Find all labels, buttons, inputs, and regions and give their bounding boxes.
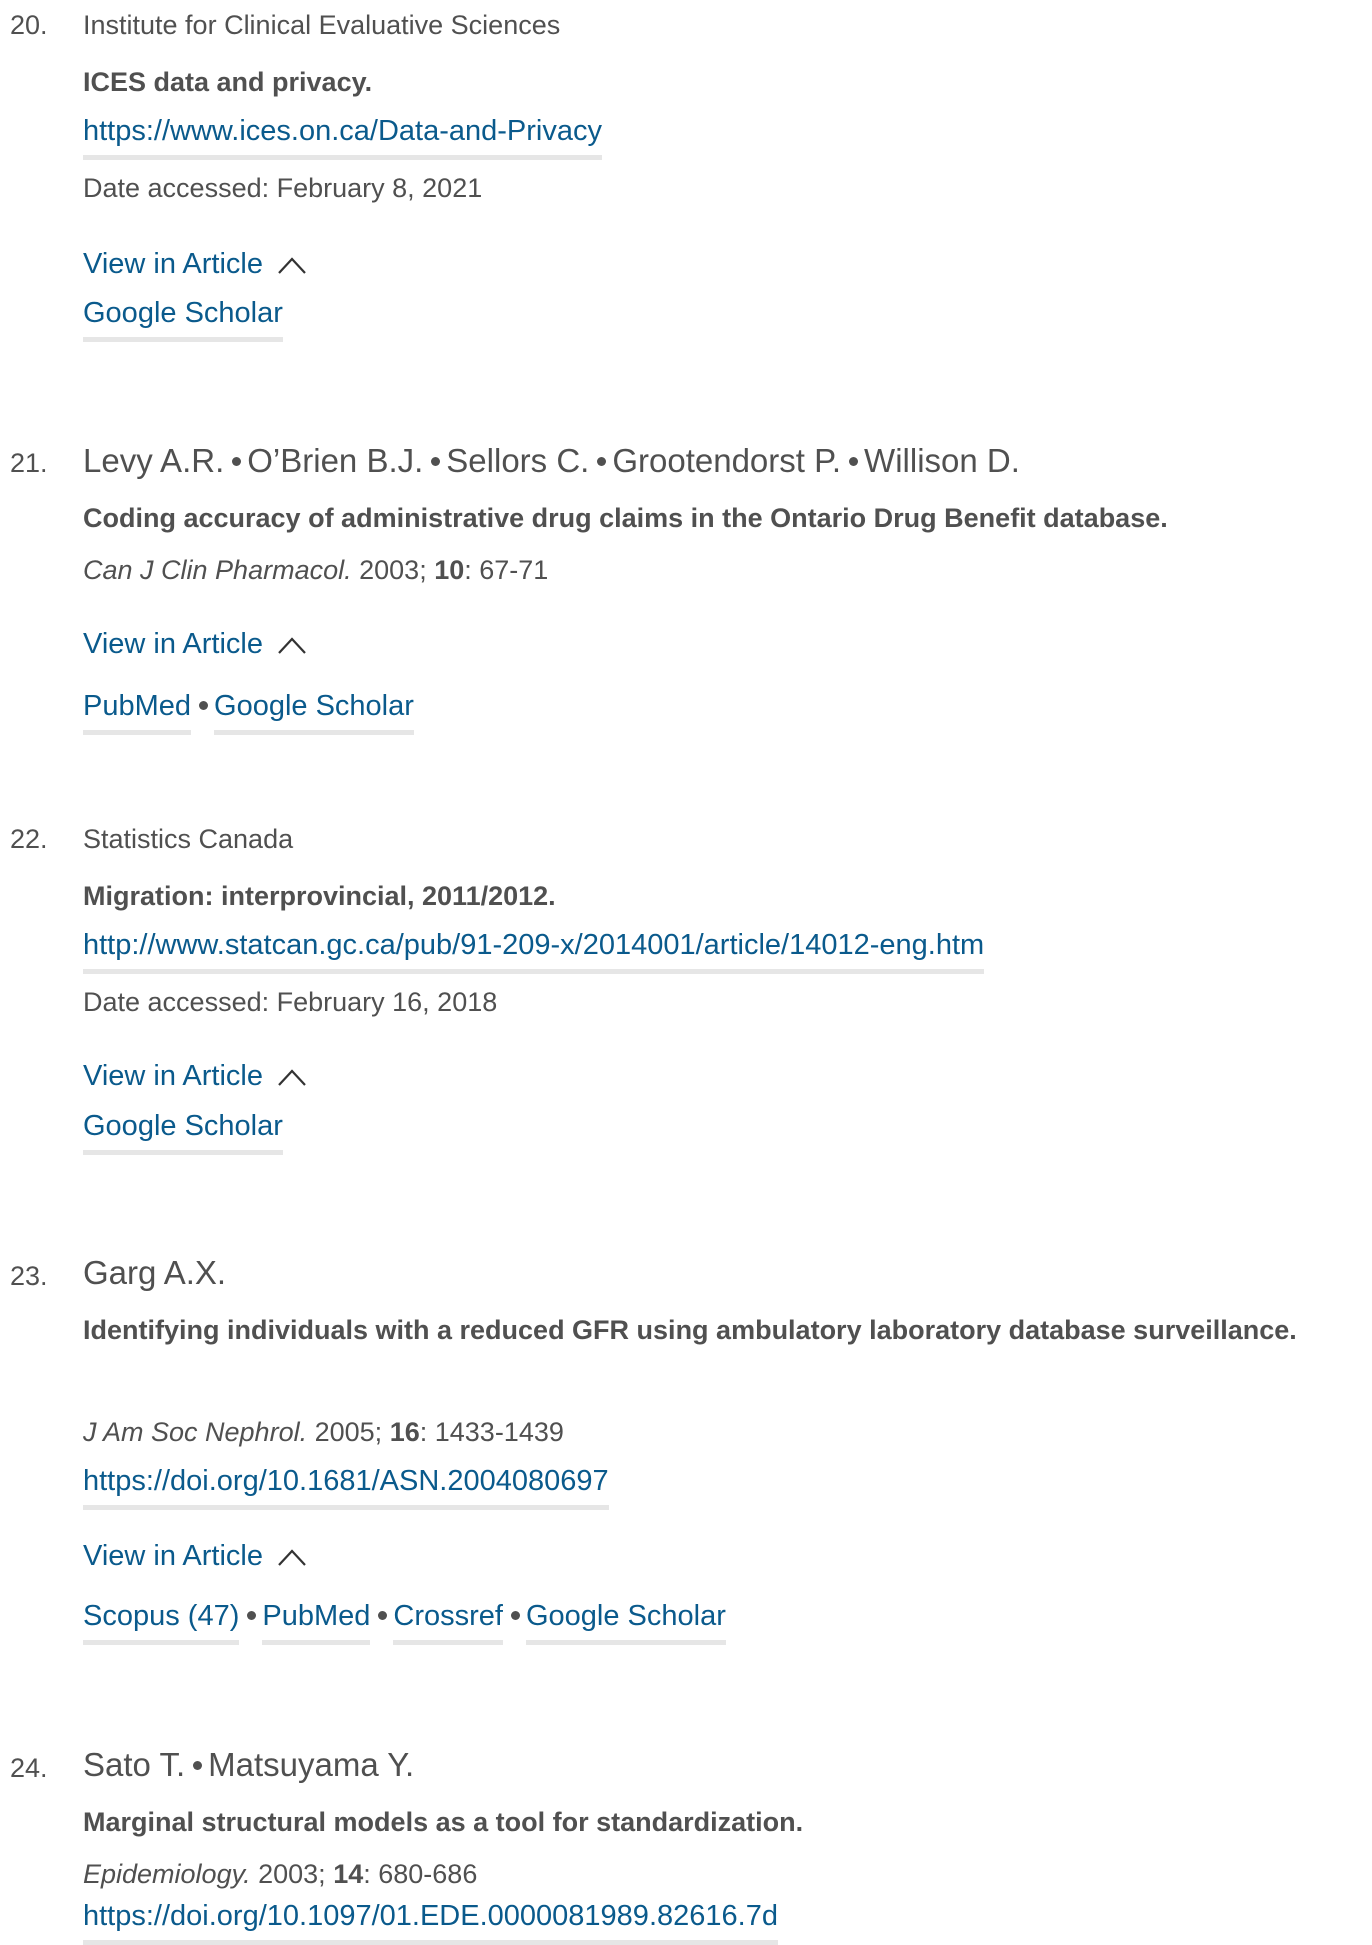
view-in-article-link[interactable]: View in Article	[83, 628, 307, 661]
pages: : 680-686	[363, 1859, 478, 1889]
journal-name: J Am Soc Nephrol.	[83, 1417, 308, 1447]
google-scholar-link[interactable]: Google Scholar	[525, 1600, 726, 1645]
reference-url-link[interactable]: http://www.statcan.gc.ca/pub/91-209-x/20…	[83, 929, 985, 974]
doi-link[interactable]: https://doi.org/10.1681/ASN.2004080697	[83, 1465, 609, 1510]
reference-citation: Can J Clin Pharmacol. 2003; 10: 67-71	[83, 555, 548, 586]
pages: : 67-71	[464, 555, 549, 585]
volume: 10	[434, 555, 465, 585]
date-accessed: Date accessed: February 16, 2018	[83, 987, 498, 1017]
reference-authors: Levy A.R. O’Brien B.J. Sellors C. Grootendo…	[83, 442, 1020, 480]
reference-title: Marginal structural models as a tool for…	[83, 1807, 804, 1837]
pubmed-link[interactable]: PubMed	[83, 690, 192, 735]
reference-url-link[interactable]: https://www.ices.on.ca/Data-and-Privacy	[83, 115, 602, 160]
google-scholar-link[interactable]: Google Scholar	[83, 1110, 283, 1155]
year: 2003;	[359, 555, 427, 585]
reference-title: ICES data and privacy.	[83, 67, 373, 97]
view-in-article-label: View in Article	[83, 628, 263, 660]
chevron-up-icon	[277, 254, 307, 276]
author: Statistics Canada	[83, 824, 294, 854]
journal-name: Epidemiology.	[83, 1859, 251, 1889]
journal-name: Can J Clin Pharmacol.	[83, 555, 352, 585]
author: Willison D.	[864, 442, 1020, 479]
separator-dot	[247, 1610, 257, 1620]
author: Garg A.X.	[83, 1254, 227, 1291]
reference-authors: Statistics Canada	[83, 824, 293, 855]
volume: 16	[389, 1417, 420, 1447]
reference-authors: Garg A.X.	[83, 1254, 226, 1292]
year: 2005;	[314, 1417, 383, 1447]
author: Institute for Clinical Evaluative Scienc…	[83, 10, 561, 40]
doi-link[interactable]: https://doi.org/10.1097/01.EDE.000008198…	[83, 1900, 778, 1945]
author: Matsuyama Y.	[208, 1746, 415, 1783]
volume: 14	[333, 1859, 364, 1889]
view-in-article-label: View in Article	[83, 248, 263, 280]
pages: : 1433-1439	[419, 1417, 564, 1447]
author: Sellors C.	[446, 442, 590, 479]
view-in-article-label: View in Article	[83, 1540, 263, 1572]
reference-citation: J Am Soc Nephrol. 2005; 16: 1433-1439	[83, 1417, 564, 1448]
reference-authors: Institute for Clinical Evaluative Scienc…	[83, 10, 560, 41]
date-accessed: Date accessed: February 8, 2021	[83, 173, 483, 203]
separator-dot	[193, 1760, 203, 1770]
separator-dot	[378, 1610, 388, 1620]
view-in-article-label: View in Article	[83, 1060, 263, 1092]
view-in-article-link[interactable]: View in Article	[83, 248, 307, 281]
reference-number: 22.	[10, 824, 48, 854]
scopus-link[interactable]: Scopus (47)	[83, 1600, 240, 1645]
google-scholar-link[interactable]: Google Scholar	[83, 297, 283, 342]
crossref-link[interactable]: Crossref	[393, 1600, 503, 1645]
separator-dot	[232, 456, 242, 466]
chevron-up-icon	[277, 1546, 307, 1568]
separator-dot	[849, 456, 859, 466]
reference-number: 23.	[10, 1261, 48, 1291]
view-in-article-link[interactable]: View in Article	[83, 1540, 307, 1573]
reference-number: 24.	[10, 1753, 48, 1783]
separator-dot	[510, 1610, 520, 1620]
author: O’Brien B.J.	[247, 442, 424, 479]
reference-citation: Epidemiology. 2003; 14: 680-686	[83, 1859, 477, 1890]
view-in-article-link[interactable]: View in Article	[83, 1060, 307, 1093]
chevron-up-icon	[277, 634, 307, 656]
chevron-up-icon	[277, 1066, 307, 1088]
separator-dot	[597, 456, 607, 466]
author: Grootendorst P.	[612, 442, 842, 479]
google-scholar-link[interactable]: Google Scholar	[214, 690, 414, 735]
reference-number: 20.	[10, 10, 48, 40]
year: 2003;	[258, 1859, 326, 1889]
reference-title: Identifying individuals with a reduced G…	[83, 1315, 1297, 1345]
reference-number: 21.	[10, 448, 48, 478]
author: Levy A.R.	[83, 442, 225, 479]
separator-dot	[431, 456, 441, 466]
reference-title: Coding accuracy of administrative drug c…	[83, 503, 1168, 533]
pubmed-link[interactable]: PubMed	[262, 1600, 371, 1645]
separator-dot	[199, 700, 209, 710]
reference-authors: Sato T. Matsuyama Y.	[83, 1746, 414, 1784]
reference-title: Migration: interprovincial, 2011/2012.	[83, 881, 556, 911]
author: Sato T.	[83, 1746, 186, 1783]
